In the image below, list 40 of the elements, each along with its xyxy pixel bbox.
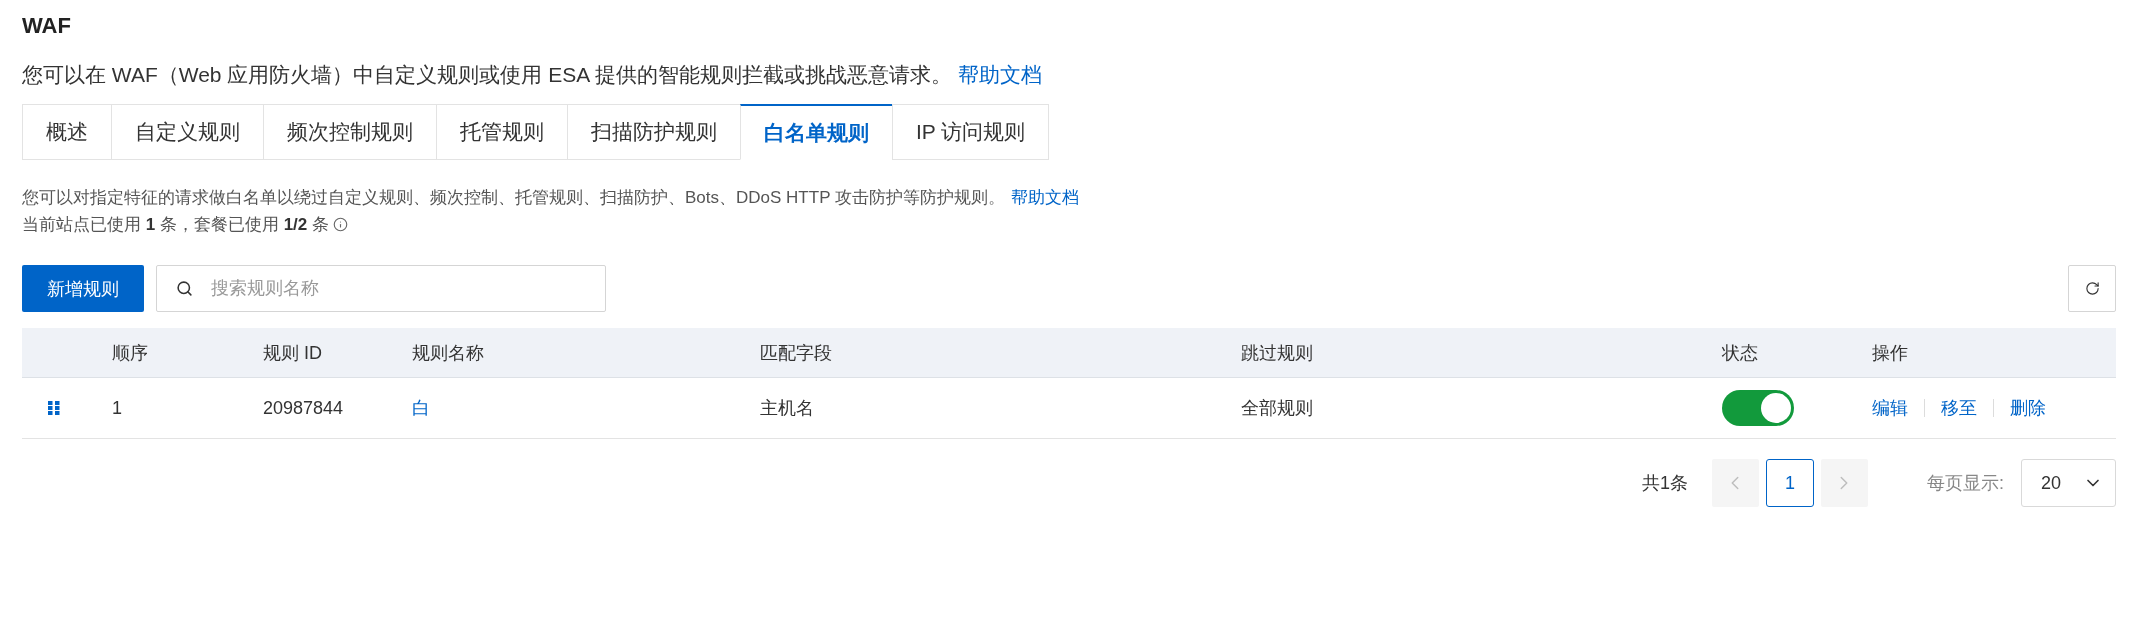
help-link[interactable]: 帮助文档 <box>957 61 1042 89</box>
action-link[interactable]: 移至 <box>1941 396 1977 420</box>
table-cell-text: 主机名 <box>760 397 814 420</box>
drag-handle-icon[interactable] <box>48 401 60 415</box>
status-switch[interactable] <box>1722 390 1794 426</box>
tab[interactable]: 频次控制规则 <box>263 104 437 160</box>
tab[interactable]: 白名单规则 <box>740 104 893 160</box>
add-rule-button[interactable]: 新增规则 <box>22 265 144 312</box>
total-count: 共1条 <box>1641 472 1688 495</box>
refresh-button[interactable] <box>2068 265 2116 312</box>
rule-name-link[interactable]: 白 <box>412 396 430 420</box>
page-description: 您可以在 WAF（Web 应用防火墙）中自定义规则或使用 ESA 提供的智能规则拦截或挑战恶意请求。 <box>22 62 952 88</box>
page-title: WAF <box>22 12 71 40</box>
tab[interactable]: 托管规则 <box>436 104 568 160</box>
column-header: 规则 ID <box>263 341 322 365</box>
column-header: 顺序 <box>112 341 148 365</box>
page-button[interactable]: 1 <box>1766 459 1814 507</box>
tab[interactable]: IP 访问规则 <box>892 104 1050 160</box>
column-header: 跳过规则 <box>1241 341 1313 365</box>
page-size-select[interactable]: 20 <box>2021 459 2116 507</box>
usage-text: 当前站点已使用 1 条，套餐已使用 1/2 条 <box>22 214 330 236</box>
info-icon[interactable] <box>333 217 349 232</box>
tab[interactable]: 扫描防护规则 <box>567 104 741 160</box>
column-header: 规则名称 <box>412 341 484 365</box>
action-link[interactable]: 编辑 <box>1872 396 1908 420</box>
tab[interactable]: 概述 <box>22 104 112 160</box>
help-link[interactable]: 帮助文档 <box>1010 186 1079 209</box>
table-cell-text: 全部规则 <box>1241 397 1313 420</box>
action-link[interactable]: 删除 <box>2010 396 2046 420</box>
table-cell: 20987844 <box>263 397 344 419</box>
search-field[interactable]: 搜索规则名称 <box>156 265 606 312</box>
notice-text: 您可以对指定特征的请求做白名单以绕过自定义规则、频次控制、托管规则、扫描防护、Bots、DDoS HTTP 攻击防护等防护规则。 <box>22 187 1005 209</box>
page-size-label: 每页显示: <box>1927 472 2004 495</box>
tab[interactable]: 自定义规则 <box>111 104 264 160</box>
column-header: 状态 <box>1722 341 1758 365</box>
refresh-icon <box>2084 281 2100 296</box>
column-header: 操作 <box>1872 341 1908 365</box>
search-icon <box>176 280 193 297</box>
column-header: 匹配字段 <box>760 341 832 365</box>
table-cell: 1 <box>112 397 122 419</box>
